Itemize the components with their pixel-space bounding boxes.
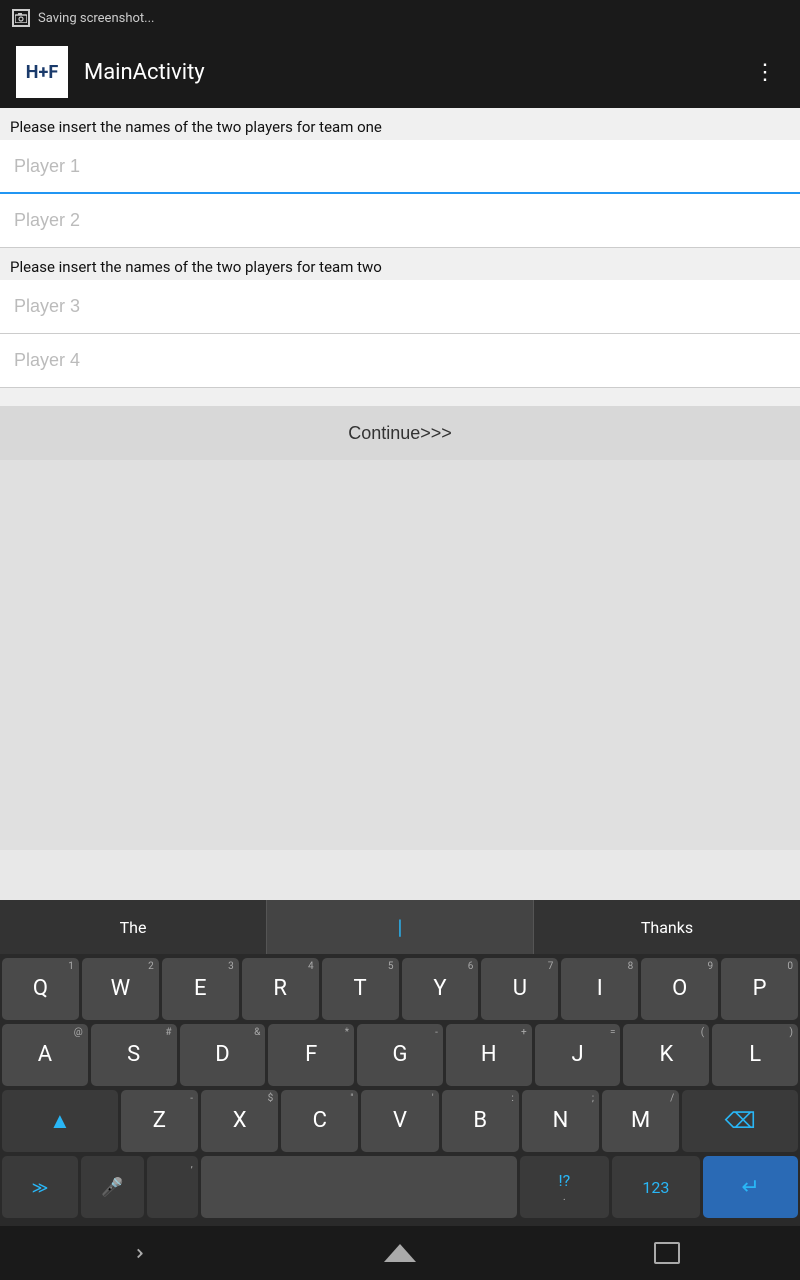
backspace-key[interactable]: ⌫ <box>682 1090 798 1152</box>
nav-home-button[interactable] <box>370 1233 430 1273</box>
key-b[interactable]: :B <box>442 1090 519 1152</box>
key-rows: 1Q 2W 3E 4R 5T 6Y 7U 8I 9O 0P @A #S &D *… <box>0 954 800 1226</box>
player1-input[interactable] <box>0 140 800 194</box>
app-logo-text: H+F <box>26 62 58 83</box>
key-d[interactable]: &D <box>180 1024 266 1086</box>
key-x[interactable]: $X <box>201 1090 278 1152</box>
key-w[interactable]: 2W <box>82 958 159 1020</box>
key-a[interactable]: @A <box>2 1024 88 1086</box>
continue-button[interactable]: Continue>>> <box>0 406 800 460</box>
bottom-row: ≫ 🎤 , !? . 123 ↵ <box>2 1156 798 1218</box>
screenshot-icon <box>12 9 30 27</box>
nav-bar: ⌃ <box>0 1226 800 1280</box>
status-bar: Saving screenshot... <box>0 0 800 36</box>
key-g[interactable]: -G <box>357 1024 443 1086</box>
key-m[interactable]: /M <box>602 1090 679 1152</box>
key-u[interactable]: 7U <box>481 958 558 1020</box>
key-t[interactable]: 5T <box>322 958 399 1020</box>
empty-area <box>0 460 800 850</box>
key-j[interactable]: =J <box>535 1024 621 1086</box>
suggestion-thanks[interactable]: Thanks <box>534 900 800 954</box>
voice-key[interactable]: 🎤 <box>81 1156 144 1218</box>
key-v[interactable]: 'V <box>361 1090 438 1152</box>
suggestions-bar: The | Thanks <box>0 900 800 954</box>
special-chars-key[interactable]: !? . <box>520 1156 609 1218</box>
player2-input[interactable] <box>0 194 800 248</box>
key-f[interactable]: *F <box>268 1024 354 1086</box>
key-i[interactable]: 8I <box>561 958 638 1020</box>
app-bar: H+F MainActivity ⋮ <box>0 36 800 108</box>
player4-input[interactable] <box>0 334 800 388</box>
qwerty-row: 1Q 2W 3E 4R 5T 6Y 7U 8I 9O 0P <box>2 958 798 1020</box>
keyboard: The | Thanks 1Q 2W 3E 4R 5T 6Y 7U 8I 9O … <box>0 900 800 1280</box>
asdf-row: @A #S &D *F -G +H =J (K )L <box>2 1024 798 1086</box>
app-logo: H+F <box>16 46 68 98</box>
zxcv-row: ▲ -Z $X "C 'V :B ;N /M ⌫ <box>2 1090 798 1152</box>
status-bar-text: Saving screenshot... <box>38 11 154 26</box>
comma-key[interactable]: , <box>147 1156 198 1218</box>
main-content: Please insert the names of the two playe… <box>0 108 800 460</box>
key-p[interactable]: 0P <box>721 958 798 1020</box>
menu-icon[interactable]: ⋮ <box>746 52 784 93</box>
swiftkey-logo-key[interactable]: ≫ <box>2 1156 78 1218</box>
key-r[interactable]: 4R <box>242 958 319 1020</box>
app-title: MainActivity <box>84 60 746 85</box>
key-e[interactable]: 3E <box>162 958 239 1020</box>
key-k[interactable]: (K <box>623 1024 709 1086</box>
shift-key[interactable]: ▲ <box>2 1090 118 1152</box>
suggestion-cursor[interactable]: | <box>267 900 534 954</box>
suggestion-the[interactable]: The <box>0 900 267 954</box>
enter-key[interactable]: ↵ <box>703 1156 798 1218</box>
key-z[interactable]: -Z <box>121 1090 198 1152</box>
team-one-instruction: Please insert the names of the two playe… <box>0 108 800 140</box>
key-s[interactable]: #S <box>91 1024 177 1086</box>
key-l[interactable]: )L <box>712 1024 798 1086</box>
key-n[interactable]: ;N <box>522 1090 599 1152</box>
nav-recents-button[interactable] <box>637 1233 697 1273</box>
space-key[interactable] <box>201 1156 517 1218</box>
nav-back-button[interactable]: ⌃ <box>103 1233 163 1273</box>
num-toggle-key[interactable]: 123 <box>612 1156 701 1218</box>
team-two-instruction: Please insert the names of the two playe… <box>0 248 800 280</box>
key-y[interactable]: 6Y <box>402 958 479 1020</box>
key-q[interactable]: 1Q <box>2 958 79 1020</box>
key-o[interactable]: 9O <box>641 958 718 1020</box>
player3-input[interactable] <box>0 280 800 334</box>
key-h[interactable]: +H <box>446 1024 532 1086</box>
key-c[interactable]: "C <box>281 1090 358 1152</box>
